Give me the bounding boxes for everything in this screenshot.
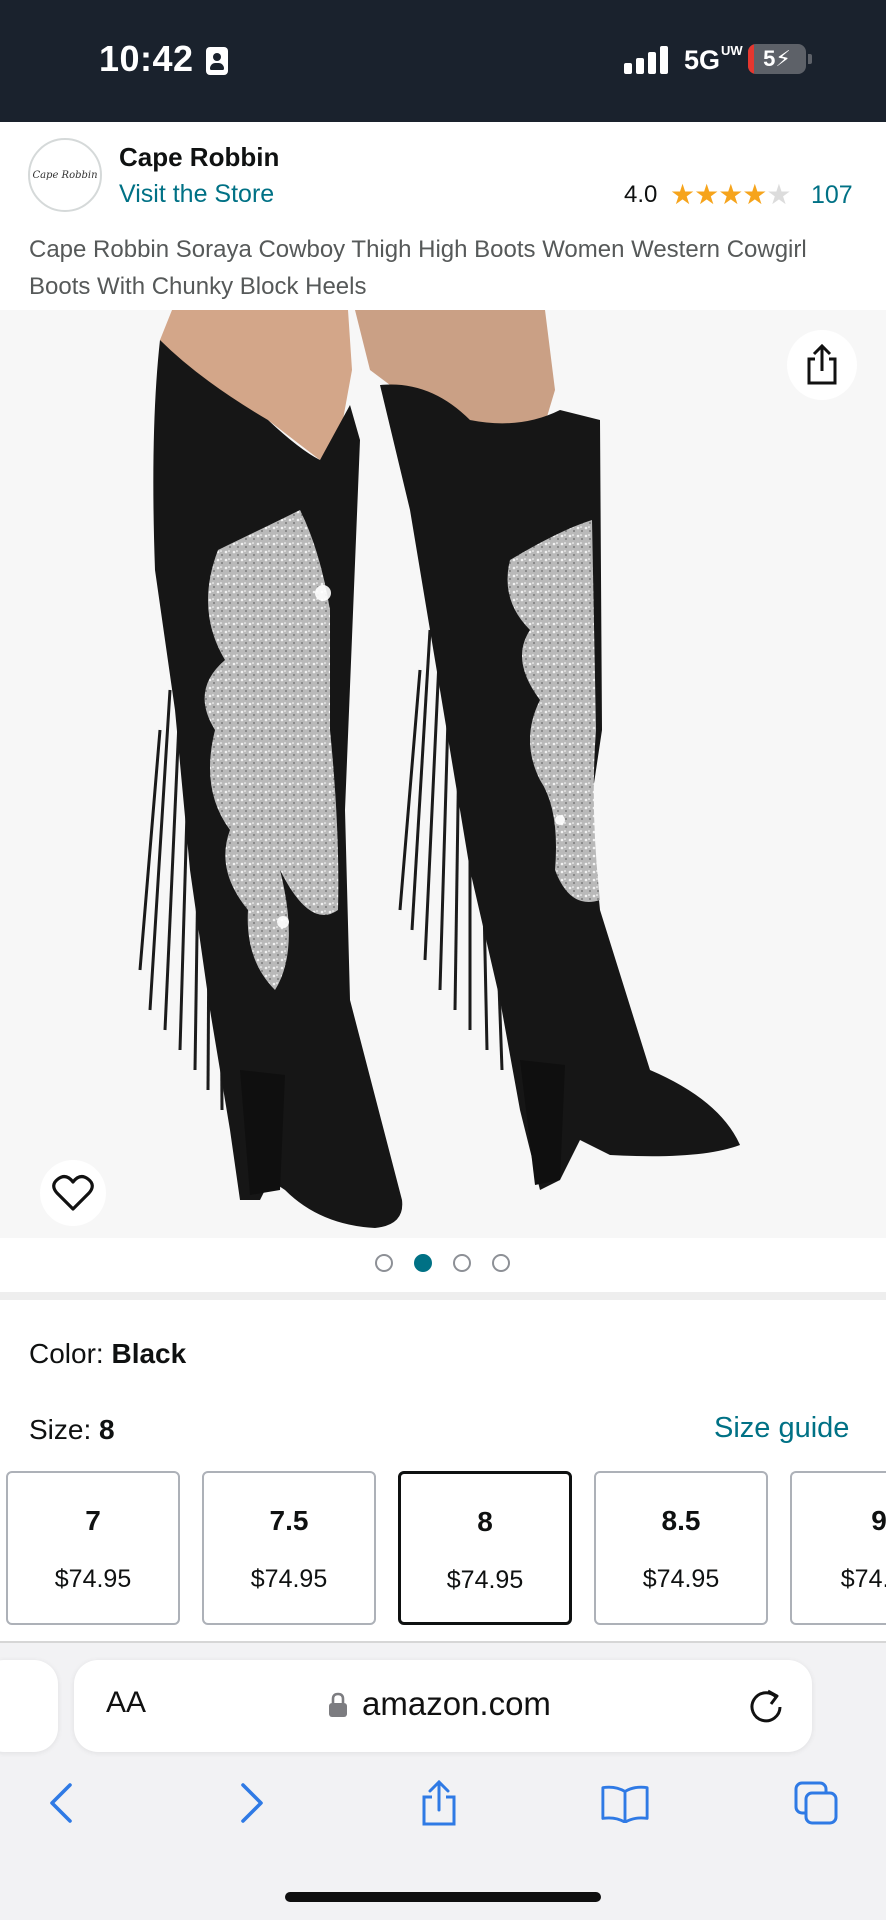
- section-divider: [0, 1292, 886, 1300]
- color-selection: Color: Black: [29, 1338, 186, 1370]
- network-indicator: 5GUW: [684, 43, 743, 76]
- reload-icon[interactable]: [746, 1686, 786, 1726]
- rating-value: 4.0: [624, 181, 658, 208]
- share-icon: [422, 1779, 456, 1826]
- tabs-icon: [794, 1781, 838, 1825]
- size-option[interactable]: 7 $74.95: [6, 1471, 180, 1625]
- size-selection: Size: 8: [29, 1414, 115, 1446]
- size-label: Size:: [29, 1414, 100, 1445]
- forward-button[interactable]: [227, 1778, 277, 1828]
- browser-share-button[interactable]: [414, 1778, 464, 1828]
- contact-card-icon: [206, 47, 228, 75]
- network-sup: UW: [721, 43, 743, 58]
- star-rating[interactable]: ★★★★★: [670, 178, 792, 211]
- network-type: 5G: [684, 45, 721, 75]
- back-button[interactable]: [36, 1778, 86, 1828]
- size-option-label: 7: [85, 1505, 101, 1536]
- bookmarks-icon: [601, 1785, 649, 1823]
- brand-logo-text: Cape Robbin: [32, 169, 98, 181]
- reader-options-button[interactable]: AA: [106, 1686, 146, 1720]
- cellular-signal-icon: [624, 44, 670, 74]
- url-text[interactable]: amazon.com: [362, 1685, 551, 1723]
- home-indicator[interactable]: [285, 1892, 601, 1902]
- star-empty-icon: ★: [766, 178, 791, 211]
- brand-logo[interactable]: Cape Robbin: [28, 138, 102, 212]
- size-option-label: 7.5: [269, 1505, 309, 1536]
- lock-icon: [329, 1692, 347, 1717]
- status-bar: 10:42 5GUW 5⚡: [0, 0, 886, 122]
- size-option[interactable]: 7.5 $74.95: [202, 1471, 376, 1625]
- tabs-button[interactable]: [791, 1778, 841, 1828]
- size-option[interactable]: 9 $74.95: [790, 1471, 886, 1625]
- aa-label: AA: [106, 1686, 147, 1719]
- size-option-label: 9: [871, 1505, 886, 1536]
- image-pagination[interactable]: [375, 1254, 510, 1274]
- battery-icon: 5⚡: [748, 44, 806, 74]
- size-value: 8: [99, 1414, 115, 1445]
- product-image[interactable]: [0, 310, 886, 1238]
- pagination-dot-active[interactable]: [414, 1254, 432, 1272]
- share-button[interactable]: [787, 330, 857, 400]
- color-label: Color:: [29, 1338, 112, 1369]
- forward-icon: [241, 1783, 263, 1823]
- size-option-price: $74.95: [250, 1565, 328, 1593]
- size-guide-link[interactable]: Size guide: [714, 1412, 849, 1445]
- heart-icon: [52, 1175, 94, 1211]
- visit-store-link[interactable]: Visit the Store: [119, 180, 274, 209]
- size-option-price: $74.95: [54, 1565, 132, 1593]
- product-title: Cape Robbin Soraya Cowboy Thigh High Boo…: [29, 236, 807, 300]
- size-option-label: 8.5: [661, 1505, 701, 1536]
- share-icon: [807, 343, 837, 385]
- previous-tab-preview[interactable]: [0, 1660, 58, 1752]
- size-option[interactable]: 8.5 $74.95: [594, 1471, 768, 1625]
- pagination-dot[interactable]: [453, 1254, 471, 1272]
- pagination-dot[interactable]: [492, 1254, 510, 1272]
- color-value: Black: [111, 1338, 187, 1369]
- rating-count-link[interactable]: 107: [811, 181, 853, 210]
- brand-name: Cape Robbin: [119, 142, 280, 172]
- size-option-price: $74.95: [642, 1565, 720, 1593]
- size-option-selected[interactable]: 8 $74.95: [398, 1471, 572, 1625]
- status-time: 10:42: [99, 38, 194, 79]
- back-icon: [50, 1783, 72, 1823]
- pagination-dot[interactable]: [375, 1254, 393, 1272]
- battery-level: 5: [763, 46, 776, 71]
- size-option-price: $74.95: [446, 1566, 524, 1594]
- boots-illustration: [138, 310, 740, 1228]
- bookmarks-button[interactable]: [600, 1778, 650, 1828]
- size-option-label: 8: [477, 1506, 493, 1537]
- favorite-button[interactable]: [40, 1160, 106, 1226]
- size-option-price: $74.95: [840, 1565, 886, 1593]
- battery-tip: [808, 54, 812, 64]
- star-full-icons: ★★★★: [670, 178, 767, 211]
